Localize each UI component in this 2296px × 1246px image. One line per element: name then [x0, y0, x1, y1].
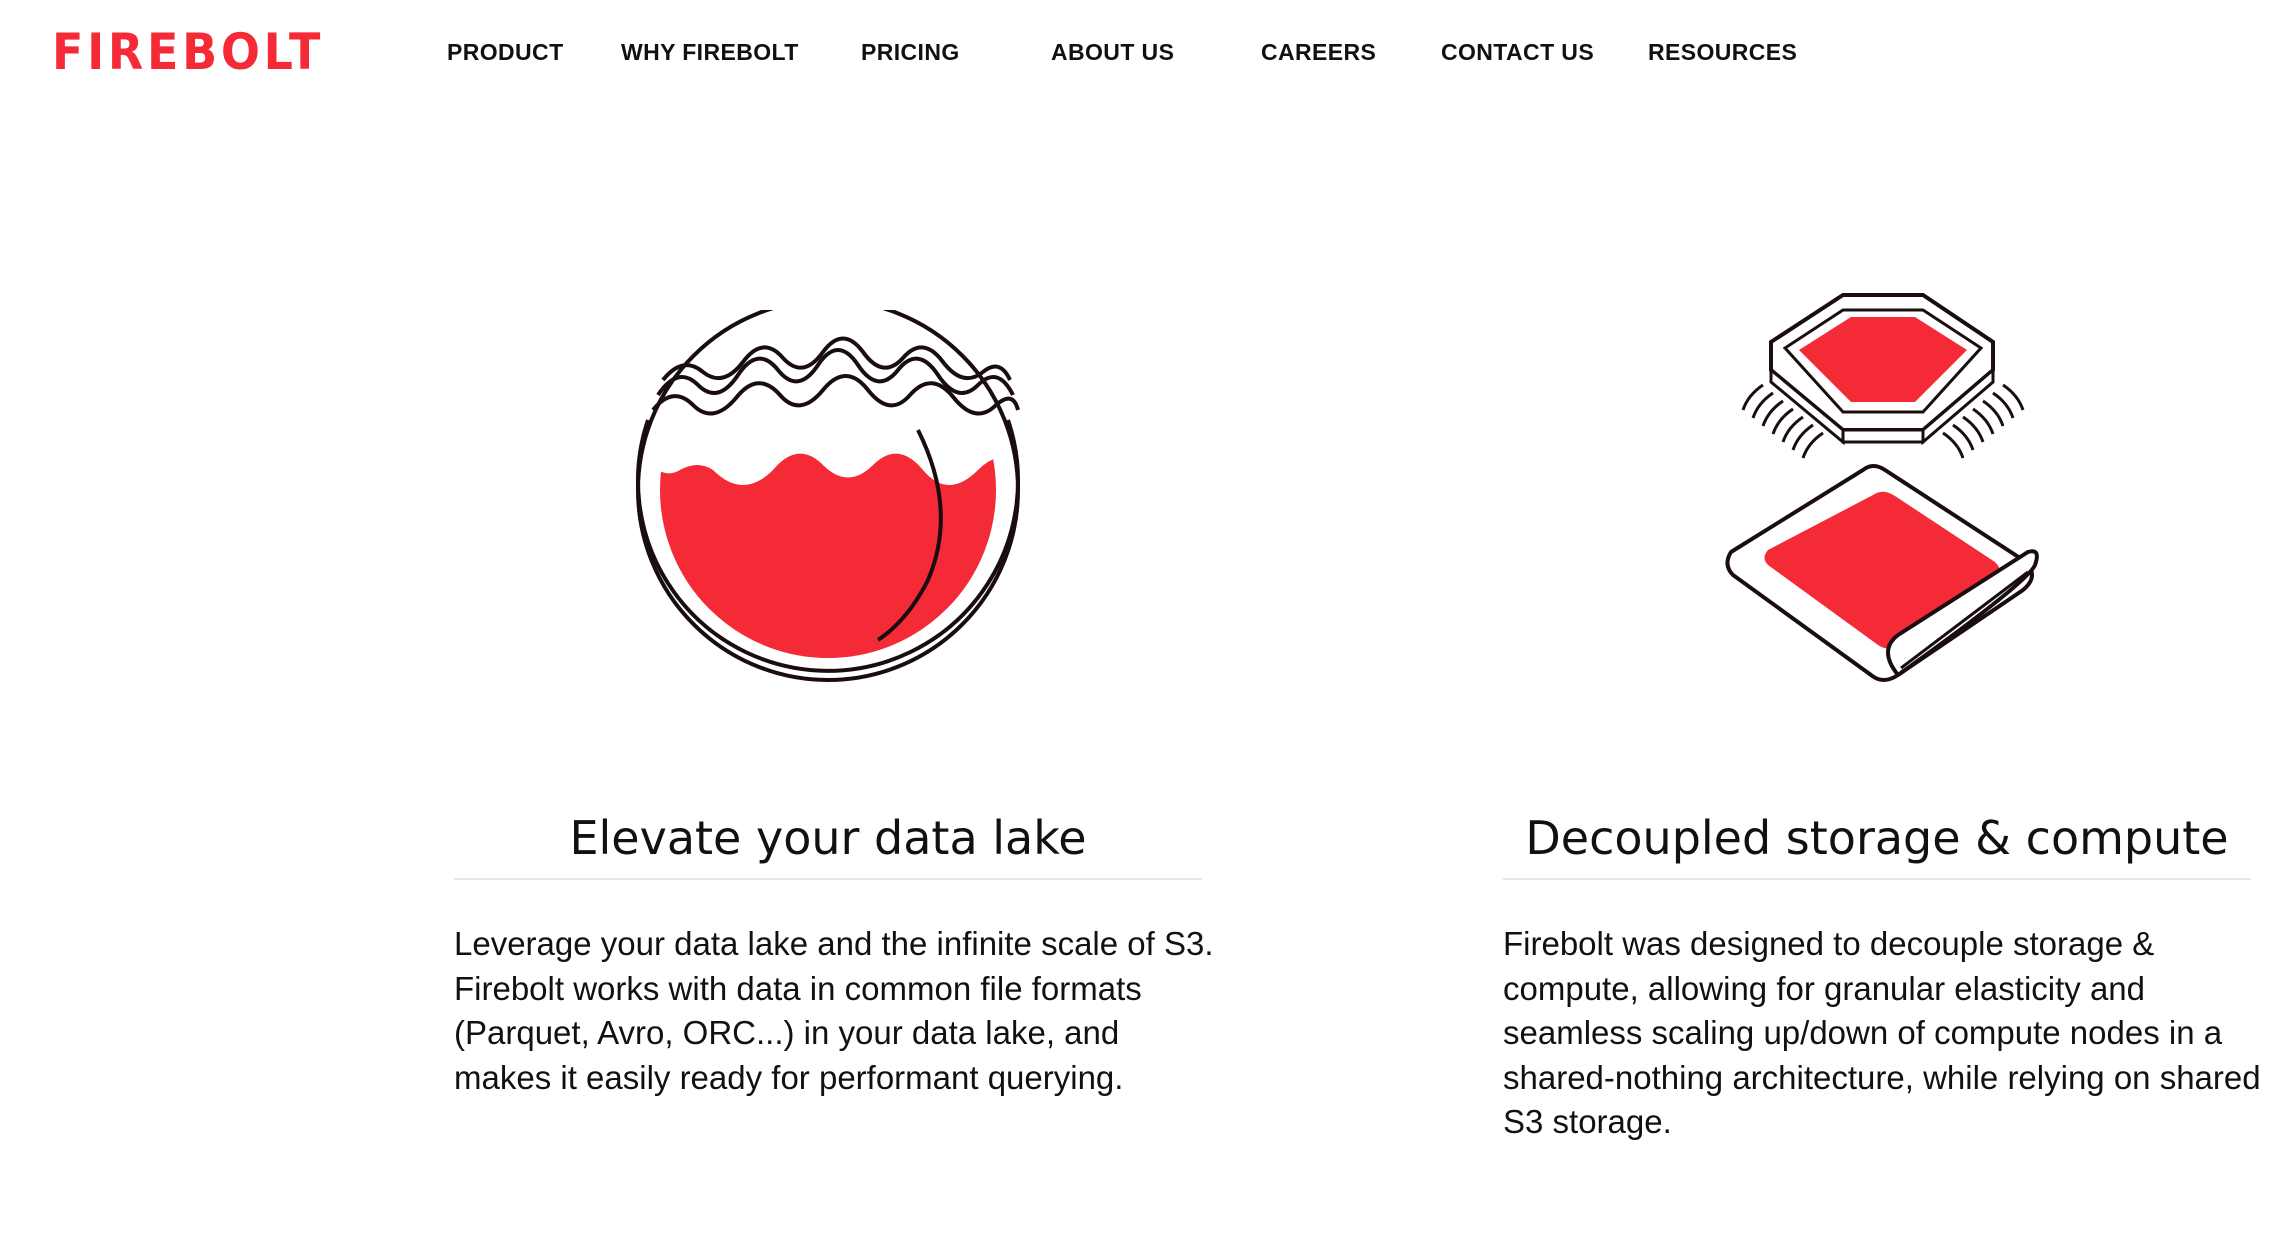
feature-title: Decoupled storage & compute	[1525, 811, 2229, 866]
feature-description: Leverage your data lake and the infinite…	[454, 925, 1214, 1096]
chip-and-storage-icon	[1725, 293, 2039, 682]
feature-decoupled-storage: Decoupled storage & compute Firebolt was…	[1503, 0, 2261, 1246]
divider	[1503, 878, 2251, 880]
feature-data-lake: Elevate your data lake Leverage your dat…	[454, 0, 1214, 1246]
feature-description: Firebolt was designed to decouple storag…	[1503, 925, 2261, 1140]
data-lake-bowl-icon	[636, 310, 1020, 682]
feature-title: Elevate your data lake	[569, 811, 1087, 866]
divider	[454, 878, 1202, 880]
nav-item-careers[interactable]: CAREERS	[1261, 36, 1376, 68]
